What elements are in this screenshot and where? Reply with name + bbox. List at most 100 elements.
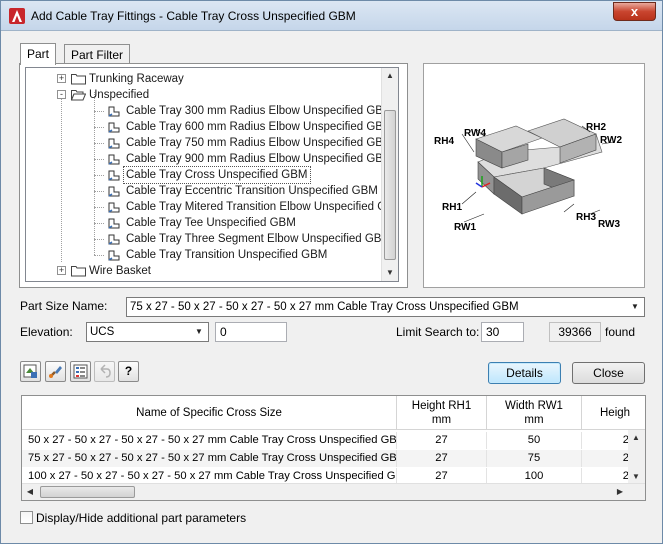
help-button[interactable]: ?	[118, 361, 139, 382]
match-properties-button[interactable]	[45, 361, 66, 382]
part-size-label: Part Size Name:	[20, 299, 108, 313]
cell-height: 2	[582, 432, 630, 449]
scroll-down-arrow-icon[interactable]: ▼	[382, 265, 398, 281]
tree-item[interactable]: Cable Tray Eccentric Transition Unspecif…	[26, 183, 382, 199]
tree-item[interactable]: Cable Tray 600 mm Radius Elbow Unspecifi…	[26, 119, 393, 135]
column-header-title: Height RH1	[411, 400, 472, 412]
tree-item[interactable]: - Unspecified	[26, 87, 382, 103]
tree-item[interactable]: Cable Tray 900 mm Radius Elbow Unspecifi…	[26, 151, 393, 167]
elevation-label: Elevation:	[20, 325, 73, 339]
part-properties-button[interactable]	[70, 361, 91, 382]
tree-item-label: Wire Basket	[89, 265, 151, 277]
add-to-drawing-button[interactable]	[20, 361, 41, 382]
folder-open-icon	[71, 90, 86, 101]
tree-item-label: Cable Tray 750 mm Radius Elbow Unspecifi…	[126, 137, 393, 149]
column-header-height[interactable]: Heigh	[582, 396, 645, 430]
window-close-button[interactable]: x	[613, 2, 656, 21]
tree-item-label: Cable Tray Transition Unspecified GBM	[126, 249, 328, 261]
preview-label-rw2: RW2	[600, 135, 622, 146]
preview-label-rh1: RH1	[442, 202, 462, 213]
scroll-up-arrow-icon[interactable]: ▲	[628, 430, 644, 446]
table-row[interactable]: 50 x 27 - 50 x 27 - 50 x 27 - 50 x 27 mm…	[22, 432, 630, 449]
undo-button[interactable]	[94, 361, 115, 382]
tree-item[interactable]: Cable Tray Tee Unspecified GBM	[26, 215, 382, 231]
tree-item-label: Cable Tray Tee Unspecified GBM	[126, 217, 296, 229]
tree-guide-line	[94, 175, 104, 176]
tree-guide-line	[94, 223, 104, 224]
part-tree[interactable]: + Trunking Raceway - Unspecified Cable Tray …	[25, 67, 399, 282]
cell-height-rh1: 27	[397, 450, 487, 467]
grid-hscroll-thumb[interactable]	[40, 486, 135, 498]
limit-search-label: Limit Search to:	[396, 325, 480, 339]
display-hide-label: Display/Hide additional part parameters	[36, 511, 247, 525]
grid-horizontal-scrollbar[interactable]: ◀ ▶	[22, 483, 645, 500]
tree-guide-line	[94, 111, 104, 112]
preview-label-rh3: RH3	[576, 212, 596, 223]
display-hide-checkbox[interactable]	[20, 511, 33, 524]
part-fitting-icon	[108, 138, 120, 149]
scroll-left-arrow-icon[interactable]: ◀	[22, 484, 38, 500]
scroll-right-arrow-icon[interactable]: ▶	[612, 484, 628, 500]
cell-name: 75 x 27 - 50 x 27 - 50 x 27 - 50 x 27 mm…	[22, 450, 397, 467]
part-preview: RW4 RH4 RH2 RW2 RH1 RW1 RH3 RW3	[423, 63, 645, 288]
elevation-mode-select[interactable]: UCS ▼	[86, 322, 209, 342]
column-header-title: Heigh	[600, 407, 631, 419]
preview-label-rh4: RH4	[434, 136, 454, 147]
column-header-title: Width RW1	[505, 400, 563, 412]
column-header-unit: mm	[524, 414, 544, 426]
tree-item[interactable]: + Wire Basket	[26, 263, 382, 279]
tree-scroll-thumb[interactable]	[384, 110, 396, 260]
tab-part[interactable]: Part	[20, 43, 57, 65]
column-header-width-rw1[interactable]: Width RW1 mm	[487, 396, 582, 430]
cell-width-rw1: 50	[487, 432, 582, 449]
tree-item[interactable]: Cable Tray Mitered Transition Elbow Unsp…	[26, 199, 398, 215]
tree-item[interactable]: Cable Tray 300 mm Radius Elbow Unspecifi…	[26, 103, 393, 119]
expand-icon[interactable]: +	[57, 266, 66, 275]
tree-guide-line	[94, 159, 104, 160]
table-row[interactable]: 75 x 27 - 50 x 27 - 50 x 27 - 50 x 27 mm…	[22, 450, 630, 467]
paintbrush-icon	[49, 366, 62, 378]
part-fitting-icon	[108, 250, 120, 261]
cell-width-rw1: 75	[487, 450, 582, 467]
tree-item-label: Cable Tray 300 mm Radius Elbow Unspecifi…	[126, 105, 393, 117]
tree-item-label: Cable Tray 900 mm Radius Elbow Unspecifi…	[126, 153, 393, 165]
cell-name: 50 x 27 - 50 x 27 - 50 x 27 - 50 x 27 mm…	[22, 432, 397, 449]
tree-item-label: Cable Tray Three Segment Elbow Unspecifi…	[126, 233, 392, 245]
tree-item-label: Cable Tray 600 mm Radius Elbow Unspecifi…	[126, 121, 393, 133]
collapse-icon[interactable]: -	[57, 90, 66, 99]
scroll-up-arrow-icon[interactable]: ▲	[382, 68, 398, 84]
column-header-name[interactable]: Name of Specific Cross Size	[22, 396, 397, 430]
tab-part-filter[interactable]: Part Filter	[64, 44, 131, 64]
tree-item-label: Cable Tray Mitered Transition Elbow Unsp…	[126, 201, 399, 213]
tree-scrollbar[interactable]: ▲ ▼	[381, 68, 398, 281]
tree-guide-line	[94, 191, 104, 192]
chevron-down-icon[interactable]: ▼	[191, 324, 207, 340]
tree-item[interactable]: Cable Tray Transition Unspecified GBM	[26, 247, 382, 263]
chevron-down-icon[interactable]: ▼	[627, 299, 643, 315]
tree-guide-line	[94, 255, 104, 256]
details-button[interactable]: Details	[488, 362, 561, 384]
folder-icon	[71, 74, 86, 85]
part-fitting-icon	[108, 122, 120, 133]
tree-item[interactable]: + Trunking Raceway	[26, 71, 382, 87]
add-part-icon	[23, 364, 37, 378]
preview-label-rh2: RH2	[586, 122, 606, 133]
tree-item-label: Cable Tray Eccentric Transition Unspecif…	[126, 185, 378, 197]
found-count: 39366	[549, 322, 601, 342]
column-header-unit: mm	[431, 414, 452, 426]
part-fitting-icon	[108, 234, 120, 245]
tree-item[interactable]: Cable Tray Three Segment Elbow Unspecifi…	[26, 231, 391, 247]
preview-label-rw4: RW4	[464, 128, 486, 139]
elevation-input[interactable]: 0	[215, 322, 287, 342]
part-size-select[interactable]: 75 x 27 - 50 x 27 - 50 x 27 - 50 x 27 mm…	[126, 297, 645, 317]
properties-list-icon	[73, 364, 88, 379]
limit-search-input[interactable]: 30	[481, 322, 524, 342]
expand-icon[interactable]: +	[57, 74, 66, 83]
close-button[interactable]: Close	[572, 362, 645, 384]
preview-label-rw1: RW1	[454, 222, 476, 233]
grid-vertical-scrollbar[interactable]: ▲ ▼	[628, 430, 645, 485]
tree-item[interactable]: Cable Tray Cross Unspecified GBM	[26, 166, 382, 184]
column-header-height-rh1[interactable]: Height RH1 mm	[397, 396, 487, 430]
tree-item-label: Trunking Raceway	[89, 73, 184, 85]
tree-item[interactable]: Cable Tray 750 mm Radius Elbow Unspecifi…	[26, 135, 393, 151]
